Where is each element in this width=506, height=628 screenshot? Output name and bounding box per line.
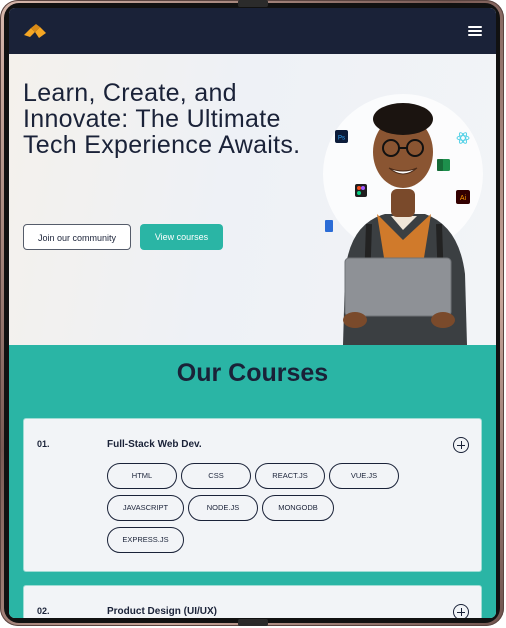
photoshop-icon: Ps bbox=[335, 130, 348, 143]
figma-icon bbox=[355, 184, 367, 197]
tag-nodejs: NODE.JS bbox=[188, 495, 258, 521]
tag-expressjs: EXPRESS.JS bbox=[107, 527, 184, 553]
hinge-top bbox=[238, 0, 268, 7]
tag-html: HTML bbox=[107, 463, 177, 489]
screen: Learn, Create, and Innovate: The Ultimat… bbox=[9, 8, 496, 618]
device-frame: Learn, Create, and Innovate: The Ultimat… bbox=[0, 0, 504, 626]
hero-title: Learn, Create, and Innovate: The Ultimat… bbox=[23, 79, 301, 159]
tag-javascript: JAVASCRIPT bbox=[107, 495, 184, 521]
top-navbar bbox=[9, 8, 496, 54]
svg-text:Ps: Ps bbox=[338, 136, 345, 142]
expand-plus-icon[interactable] bbox=[453, 604, 469, 618]
course-number: 01. bbox=[37, 439, 50, 449]
tag-mongodb: MONGODB bbox=[262, 495, 334, 521]
hero-section: Learn, Create, and Innovate: The Ultimat… bbox=[9, 54, 496, 345]
hamburger-menu-icon[interactable] bbox=[466, 22, 484, 40]
view-courses-button[interactable]: View courses bbox=[140, 224, 223, 250]
brand-logo-icon[interactable] bbox=[22, 23, 48, 41]
tag-vuejs: VUE.JS bbox=[329, 463, 399, 489]
course-name: Product Design (UI/UX) bbox=[107, 606, 218, 617]
course-card[interactable]: 01. Full-Stack Web Dev. HTML CSS REACT.J… bbox=[23, 418, 482, 572]
svg-text:Ai: Ai bbox=[460, 195, 467, 202]
course-number: 02. bbox=[37, 606, 50, 616]
tag-reactjs: REACT.JS bbox=[255, 463, 325, 489]
course-name: Full-Stack Web Dev. bbox=[107, 439, 202, 450]
courses-section: Our Courses 01. Full-Stack Web Dev. HTML… bbox=[9, 345, 496, 618]
expand-plus-icon[interactable] bbox=[453, 437, 469, 453]
hinge-bottom bbox=[238, 619, 268, 626]
join-community-button[interactable]: Join our community bbox=[23, 224, 131, 250]
excel-icon bbox=[437, 159, 450, 171]
courses-title: Our Courses bbox=[176, 359, 329, 387]
student-with-laptop-illustration: Ps Ai bbox=[323, 94, 483, 345]
word-icon bbox=[325, 220, 333, 232]
illustrator-icon: Ai bbox=[456, 190, 470, 204]
tag-css: CSS bbox=[181, 463, 251, 489]
course-card[interactable]: 02. Product Design (UI/UX) bbox=[23, 585, 482, 618]
